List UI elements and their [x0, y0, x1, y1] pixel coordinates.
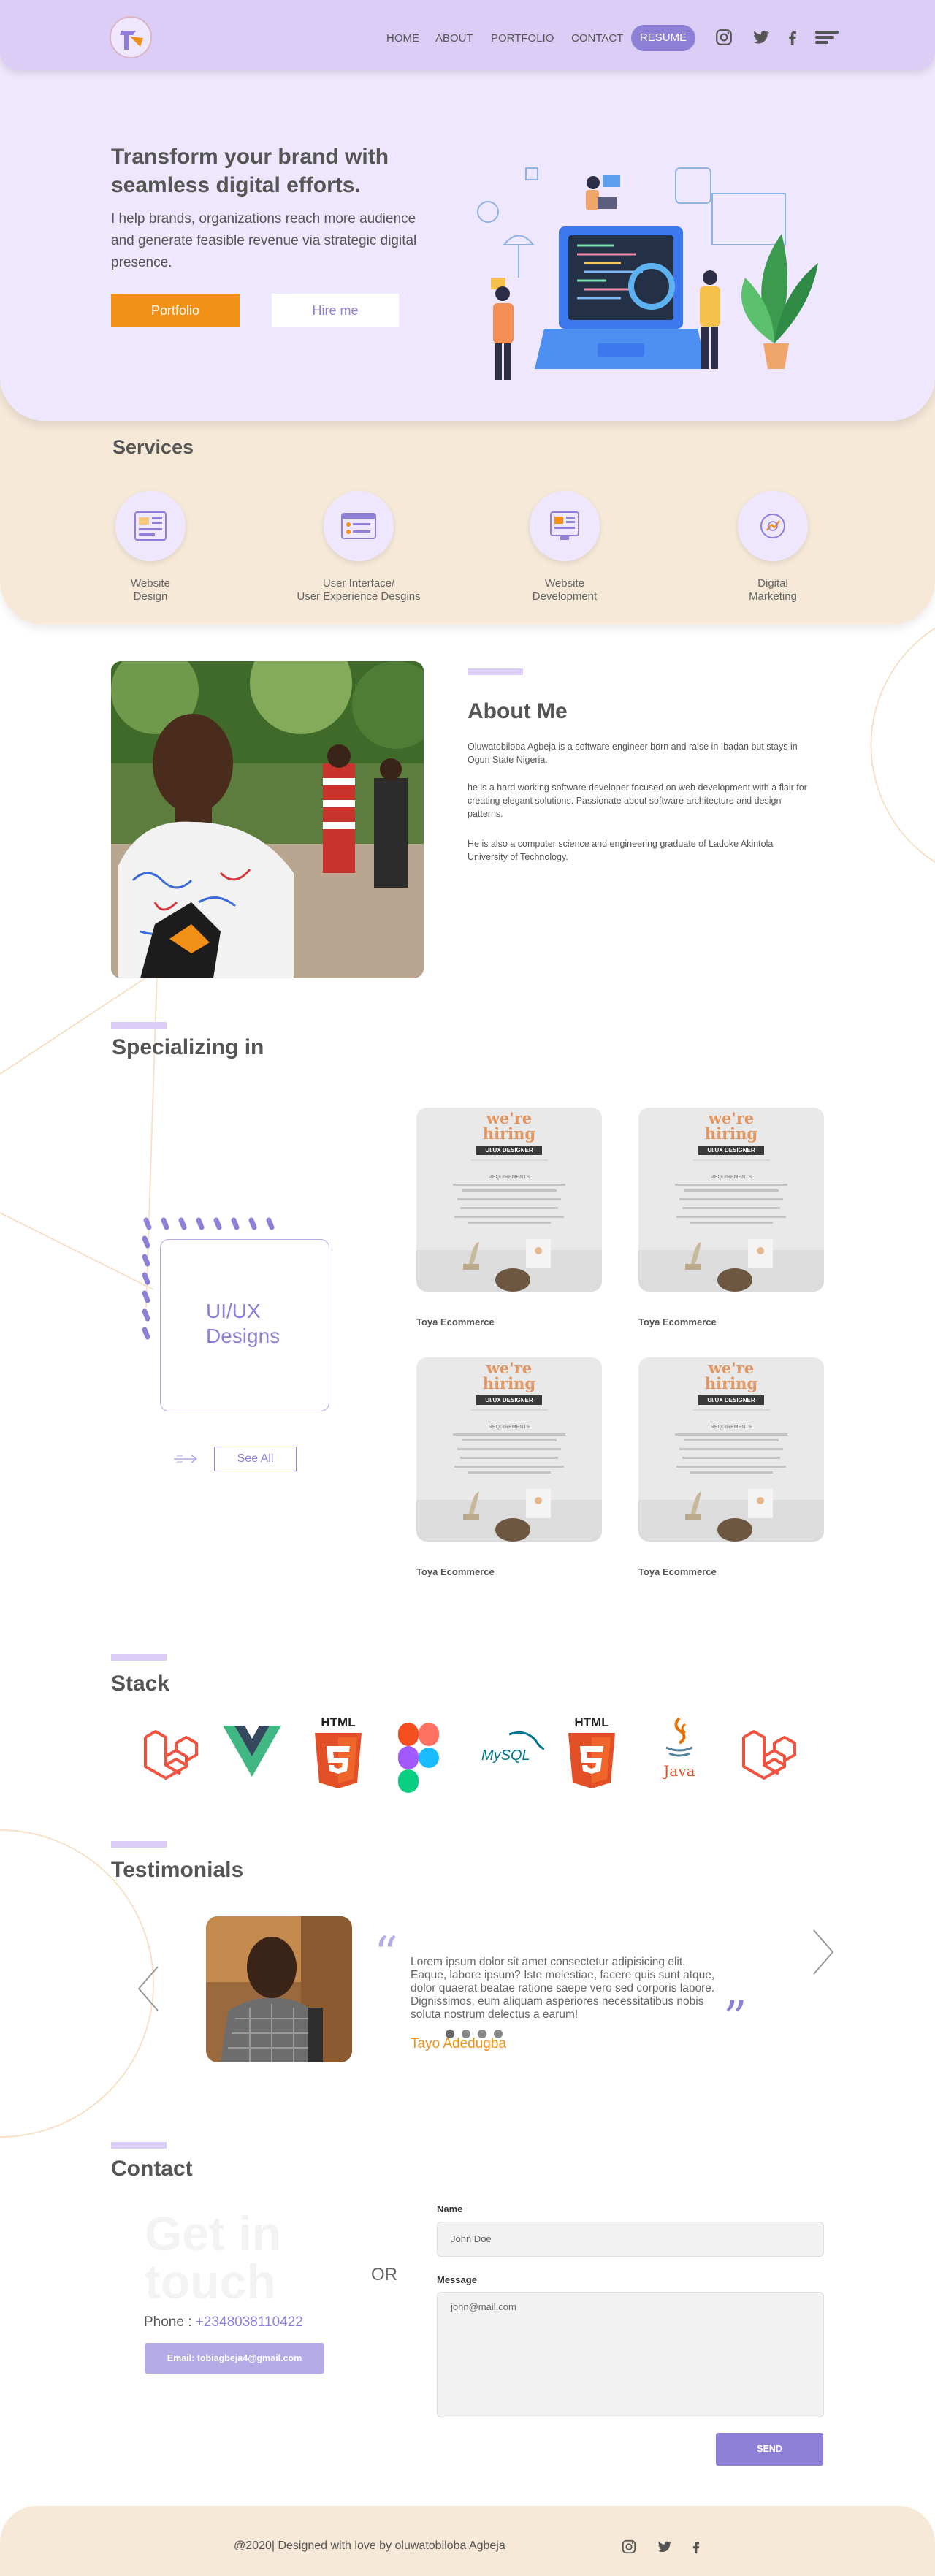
- send-button[interactable]: SEND: [716, 2433, 823, 2466]
- nav-about[interactable]: ABOUT: [435, 32, 473, 45]
- phone-line: Phone : +2348038110422: [144, 2314, 303, 2331]
- ui-ux-icon: [324, 491, 394, 561]
- laravel-icon: [140, 1715, 198, 1788]
- service-label: Digital Marketing: [749, 577, 797, 603]
- web-development-icon: [530, 491, 600, 561]
- about-paragraph: he is a hard working software developer …: [468, 782, 807, 819]
- or-separator: OR: [371, 2265, 397, 2285]
- poster-graphic: [638, 1409, 824, 1542]
- facebook-icon[interactable]: [688, 2539, 704, 2558]
- hero-illustration: [477, 167, 818, 380]
- poster-graphic: [416, 1409, 602, 1542]
- hero-subtitle: I help brands, organizations reach more …: [111, 211, 417, 270]
- arrow-right-icon: [174, 1455, 198, 1463]
- message-textarea[interactable]: john@mail.com: [437, 2292, 824, 2417]
- resume-button[interactable]: RESUME: [631, 25, 695, 51]
- about-title: About Me: [468, 699, 568, 723]
- name-label: Name: [437, 2203, 463, 2214]
- logo[interactable]: [110, 16, 152, 58]
- laravel-icon: [738, 1715, 796, 1788]
- mysql-icon: MySQL: [480, 1715, 545, 1788]
- logo-label: HTML: [574, 1715, 609, 1729]
- section-accent-bar: [111, 2142, 167, 2149]
- twitter-icon[interactable]: [751, 28, 770, 47]
- hero-section: Transform your brand with seamless digit…: [0, 44, 935, 421]
- hero-title: Transform your brand with seamless digit…: [111, 145, 389, 197]
- service-label: Website Development: [532, 577, 598, 603]
- phone-link[interactable]: +2348038110422: [196, 2314, 303, 2330]
- open-quote-icon: “: [374, 1927, 398, 1981]
- project-title[interactable]: Toya Ecommerce: [416, 1316, 495, 1327]
- uiux-designs-label: UI/UX Designs: [206, 1300, 280, 1347]
- logo-label: MySQL: [481, 1748, 530, 1764]
- service-ui-ux[interactable]: User Interface/ User Experience Desgins: [286, 491, 432, 603]
- html5-icon: HTML: [565, 1715, 624, 1788]
- footer-text: @2020| Designed with love by oluwatobilo…: [234, 2539, 505, 2552]
- project-card[interactable]: we're hiring UI/UX DESIGNER REQUIREMENTS: [638, 1108, 824, 1292]
- about-paragraph: He is also a computer science and engine…: [468, 839, 774, 862]
- close-quote-icon: ”: [723, 1992, 747, 2046]
- section-accent-bar: [111, 1841, 167, 1848]
- instagram-icon[interactable]: [621, 2539, 637, 2558]
- testimonials-title: Testimonials: [111, 1858, 244, 1882]
- website-design-icon: [115, 491, 186, 561]
- site-header: HOME ABOUT PORTFOLIO CONTACT RESUME: [0, 0, 935, 70]
- slide-dot[interactable]: [462, 2030, 470, 2038]
- see-all-button[interactable]: See All: [214, 1447, 297, 1471]
- nav-contact[interactable]: CONTACT: [571, 32, 623, 45]
- message-label: Message: [437, 2274, 477, 2285]
- contact-title: Contact: [111, 2157, 193, 2181]
- portfolio-button[interactable]: Portfolio: [111, 294, 240, 327]
- project-card[interactable]: we're hiring UI/UX DESIGNER REQUIREMENTS: [638, 1357, 824, 1542]
- nav-portfolio[interactable]: PORTFOLIO: [491, 32, 554, 45]
- java-icon: Java: [652, 1715, 710, 1788]
- services-title: Services: [112, 436, 194, 458]
- project-card[interactable]: we're hiring UI/UX DESIGNER REQUIREMENTS: [416, 1357, 602, 1542]
- service-website-design[interactable]: Website Design: [77, 491, 224, 603]
- chevron-right-icon[interactable]: [812, 1929, 834, 1975]
- name-input[interactable]: John Doe: [437, 2222, 824, 2257]
- specializing-title: Specializing in: [112, 1035, 264, 1059]
- service-digital-marketing[interactable]: Digital Marketing: [700, 491, 846, 603]
- poster-graphic: [416, 1159, 602, 1292]
- section-accent-bar: [111, 1654, 167, 1661]
- logo-label: Java: [663, 1762, 695, 1780]
- twitter-icon[interactable]: [656, 2539, 672, 2558]
- slide-dot[interactable]: [478, 2030, 486, 2038]
- about-paragraph: Oluwatobiloba Agbeja is a software engin…: [468, 742, 798, 765]
- slide-dot[interactable]: [446, 2030, 454, 2038]
- instagram-icon[interactable]: [714, 28, 733, 47]
- service-web-development[interactable]: Website Development: [492, 491, 638, 603]
- section-accent-bar: [468, 668, 523, 675]
- project-title[interactable]: Toya Ecommerce: [638, 1316, 717, 1327]
- facebook-icon[interactable]: [783, 28, 802, 47]
- digital-marketing-icon: [738, 491, 808, 561]
- slide-dot[interactable]: [494, 2030, 503, 2038]
- section-accent-bar: [111, 1022, 167, 1029]
- service-label: User Interface/ User Experience Desgins: [297, 577, 421, 603]
- nav-home[interactable]: HOME: [386, 32, 419, 45]
- logo-label: HTML: [321, 1715, 356, 1729]
- hire-me-button[interactable]: Hire me: [272, 294, 399, 327]
- service-label: Website Design: [131, 577, 170, 603]
- chevron-left-icon[interactable]: [137, 1965, 159, 2012]
- testimonial-author: Tayo Adedugba: [411, 2036, 507, 2051]
- stack-title: Stack: [111, 1672, 170, 1696]
- vue-icon: [221, 1715, 281, 1788]
- html5-icon: HTML: [312, 1715, 370, 1788]
- testimonial-quote: Lorem ipsum dolor sit amet consectetur a…: [411, 1956, 715, 2021]
- project-title[interactable]: Toya Ecommerce: [416, 1566, 495, 1577]
- poster-graphic: [638, 1159, 824, 1292]
- figma-icon: [398, 1715, 457, 1793]
- profile-photo: [111, 661, 424, 978]
- menu-icon[interactable]: [815, 28, 840, 47]
- project-title[interactable]: Toya Ecommerce: [638, 1566, 717, 1577]
- phone-prefix: Phone :: [144, 2314, 196, 2330]
- email-button[interactable]: Email: tobiagbeja4@gmail.com: [145, 2343, 324, 2374]
- testimonial-photo: [206, 1916, 352, 2062]
- get-in-touch-watermark: Get in touch: [145, 2206, 282, 2309]
- project-card[interactable]: we're hiring UI/UX DESIGNER REQUIREMENTS: [416, 1108, 602, 1292]
